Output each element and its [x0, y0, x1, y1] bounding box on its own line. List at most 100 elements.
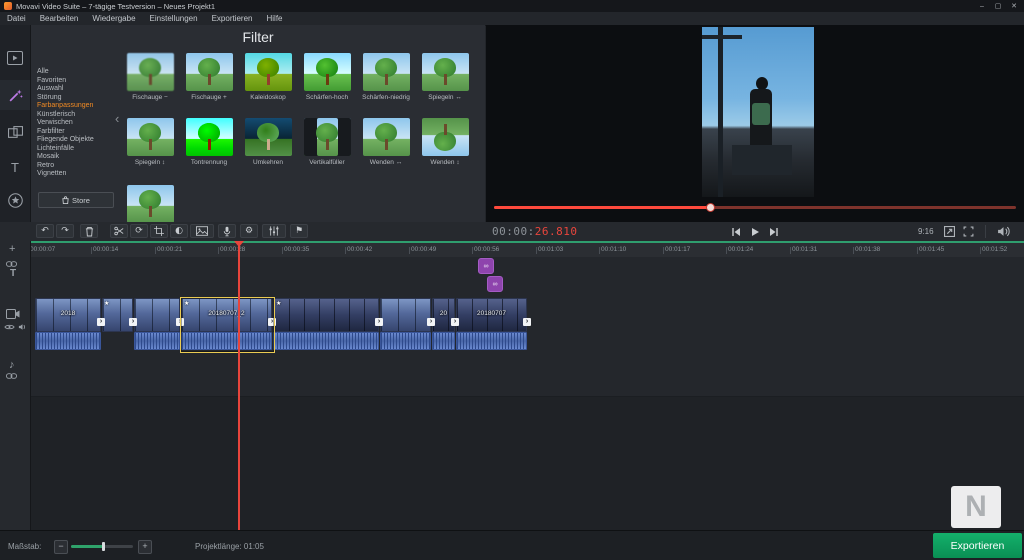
settings-button[interactable]: ⚙: [240, 224, 258, 238]
category-stoerung[interactable]: Störung: [37, 94, 119, 103]
titlebar[interactable]: Movavi Video Suite – 7-tägige Testversio…: [0, 0, 1024, 12]
audio-levels-button[interactable]: [262, 224, 286, 238]
track-visibility-eye-icon[interactable]: [4, 323, 15, 331]
link-track-icon[interactable]: [6, 261, 17, 267]
track-mute-speaker-icon[interactable]: [18, 323, 27, 331]
audio-strip[interactable]: [181, 332, 272, 350]
filter-fischauge-minus[interactable]: Fischauge −: [122, 53, 178, 101]
transitions-tab[interactable]: [0, 117, 30, 147]
category-farbfilter[interactable]: Farbfilter: [37, 128, 119, 137]
filter-vertikalfueller[interactable]: Vertikalfüller: [299, 118, 355, 166]
title-track-lane[interactable]: [30, 257, 1024, 297]
export-button[interactable]: Exportieren: [933, 533, 1022, 558]
menu-exportieren[interactable]: Exportieren: [205, 12, 260, 25]
close-button[interactable]: ✕: [1006, 0, 1022, 12]
video-track-icon[interactable]: [6, 309, 20, 319]
category-favoriten[interactable]: Favoriten: [37, 77, 119, 86]
audio-strip[interactable]: [432, 332, 455, 350]
stickers-tab[interactable]: [0, 185, 30, 215]
filter-spiegeln-h[interactable]: Spiegeln ↔: [417, 53, 473, 101]
seekbar-handle[interactable]: [706, 203, 715, 212]
transition-marker[interactable]: ›: [375, 318, 383, 326]
menu-hilfe[interactable]: Hilfe: [260, 12, 290, 25]
category-auswahl[interactable]: Auswahl: [37, 85, 119, 94]
audio-strip[interactable]: [134, 332, 180, 350]
audio-strip[interactable]: [273, 332, 379, 350]
menu-bearbeiten[interactable]: Bearbeiten: [33, 12, 86, 25]
preview-seekbar[interactable]: [494, 206, 1016, 209]
color-adjust-button[interactable]: ◐: [170, 224, 188, 238]
minimize-button[interactable]: –: [974, 0, 990, 12]
marker-button[interactable]: ⚑: [290, 224, 308, 238]
save-frame-button[interactable]: [944, 226, 955, 237]
category-vignetten[interactable]: Vignetten: [37, 170, 119, 179]
aspect-ratio-label[interactable]: 9:16: [918, 227, 934, 236]
filter-schaerfen-hoch[interactable]: Schärfen-hoch: [299, 53, 355, 101]
audio-strip[interactable]: [456, 332, 527, 350]
category-lichteinfaelle[interactable]: Lichteinfälle: [37, 145, 119, 154]
transition-marker[interactable]: ›: [129, 318, 137, 326]
store-button[interactable]: Store: [38, 192, 114, 208]
category-fliegende-objekte[interactable]: Fliegende Objekte: [37, 136, 119, 145]
transition-marker[interactable]: ›: [523, 318, 531, 326]
menu-einstellungen[interactable]: Einstellungen: [143, 12, 205, 25]
audio-strip[interactable]: [35, 332, 101, 350]
category-farbanpassungen[interactable]: Farbanpassungen: [37, 102, 119, 111]
transition-marker[interactable]: ›: [268, 318, 276, 326]
transition-marker[interactable]: ›: [451, 318, 459, 326]
category-retro[interactable]: Retro: [37, 162, 119, 171]
transition-marker[interactable]: ›: [176, 318, 184, 326]
fullscreen-button[interactable]: [963, 226, 974, 237]
zoom-in-button[interactable]: +: [138, 540, 152, 554]
title-track-icon[interactable]: T: [10, 268, 16, 279]
split-button[interactable]: [110, 224, 128, 238]
previous-frame-button[interactable]: [728, 225, 743, 238]
audio-track-link-icon[interactable]: [6, 373, 17, 379]
next-frame-button[interactable]: [766, 225, 781, 238]
video-clip-selected[interactable]: 20180707_2: [181, 298, 272, 332]
video-clip[interactable]: 20180707: [456, 298, 527, 332]
record-audio-button[interactable]: [218, 224, 236, 238]
timeline-ruler[interactable]: 00:00:07 00:00:14 00:00:21 00:00:28 00:0…: [0, 241, 1024, 258]
undo-button[interactable]: ↶: [36, 224, 54, 238]
video-clip[interactable]: [380, 298, 431, 332]
transition-marker[interactable]: ›: [97, 318, 105, 326]
filter-tontrennung[interactable]: Tontrennung: [181, 118, 237, 166]
audio-track-lane[interactable]: [30, 352, 1024, 397]
menu-wiedergabe[interactable]: Wiedergabe: [85, 12, 142, 25]
filter-wenden-v[interactable]: Wenden ↕: [417, 118, 473, 166]
title-clip[interactable]: ∞: [487, 276, 503, 292]
transition-marker[interactable]: ›: [427, 318, 435, 326]
filters-tab[interactable]: [0, 80, 30, 110]
play-button[interactable]: [747, 225, 762, 238]
video-clip[interactable]: 20: [432, 298, 455, 332]
volume-button[interactable]: [997, 226, 1010, 237]
audio-track-note-icon[interactable]: ♪: [9, 359, 15, 371]
video-clip[interactable]: 2018: [35, 298, 101, 332]
playhead-line[interactable]: [238, 241, 240, 530]
zoom-out-button[interactable]: −: [54, 540, 68, 554]
category-verwischen[interactable]: Verwischen: [37, 119, 119, 128]
filter-schaerfen-niedrig[interactable]: Schärfen-niedrig: [358, 53, 414, 101]
filter-fischauge-plus[interactable]: Fischauge +: [181, 53, 237, 101]
zoom-slider[interactable]: [71, 545, 133, 548]
zoom-slider-handle[interactable]: [102, 542, 105, 551]
maximize-button[interactable]: ▢: [990, 0, 1006, 12]
media-import-tab[interactable]: [0, 43, 30, 73]
filter-item-partial[interactable]: [122, 185, 178, 222]
video-clip[interactable]: [273, 298, 379, 332]
category-mosaik[interactable]: Mosaik: [37, 153, 119, 162]
titles-tab[interactable]: T: [0, 152, 30, 182]
category-kuenstlerisch[interactable]: Künstlerisch: [37, 111, 119, 120]
filter-umkehren[interactable]: Umkehren: [240, 118, 296, 166]
collapse-categories-chevron-icon[interactable]: ‹: [115, 111, 119, 126]
delete-button[interactable]: [80, 224, 98, 238]
filter-spiegeln-v[interactable]: Spiegeln ↕: [122, 118, 178, 166]
filter-kaleidoskop[interactable]: Kaleidoskop: [240, 53, 296, 101]
redo-button[interactable]: ↷: [56, 224, 74, 238]
category-alle[interactable]: Alle: [37, 68, 119, 77]
video-clip[interactable]: [134, 298, 180, 332]
filter-wenden-h[interactable]: Wenden ↔: [358, 118, 414, 166]
crop-button[interactable]: [150, 224, 168, 238]
add-track-button[interactable]: +: [9, 243, 15, 255]
